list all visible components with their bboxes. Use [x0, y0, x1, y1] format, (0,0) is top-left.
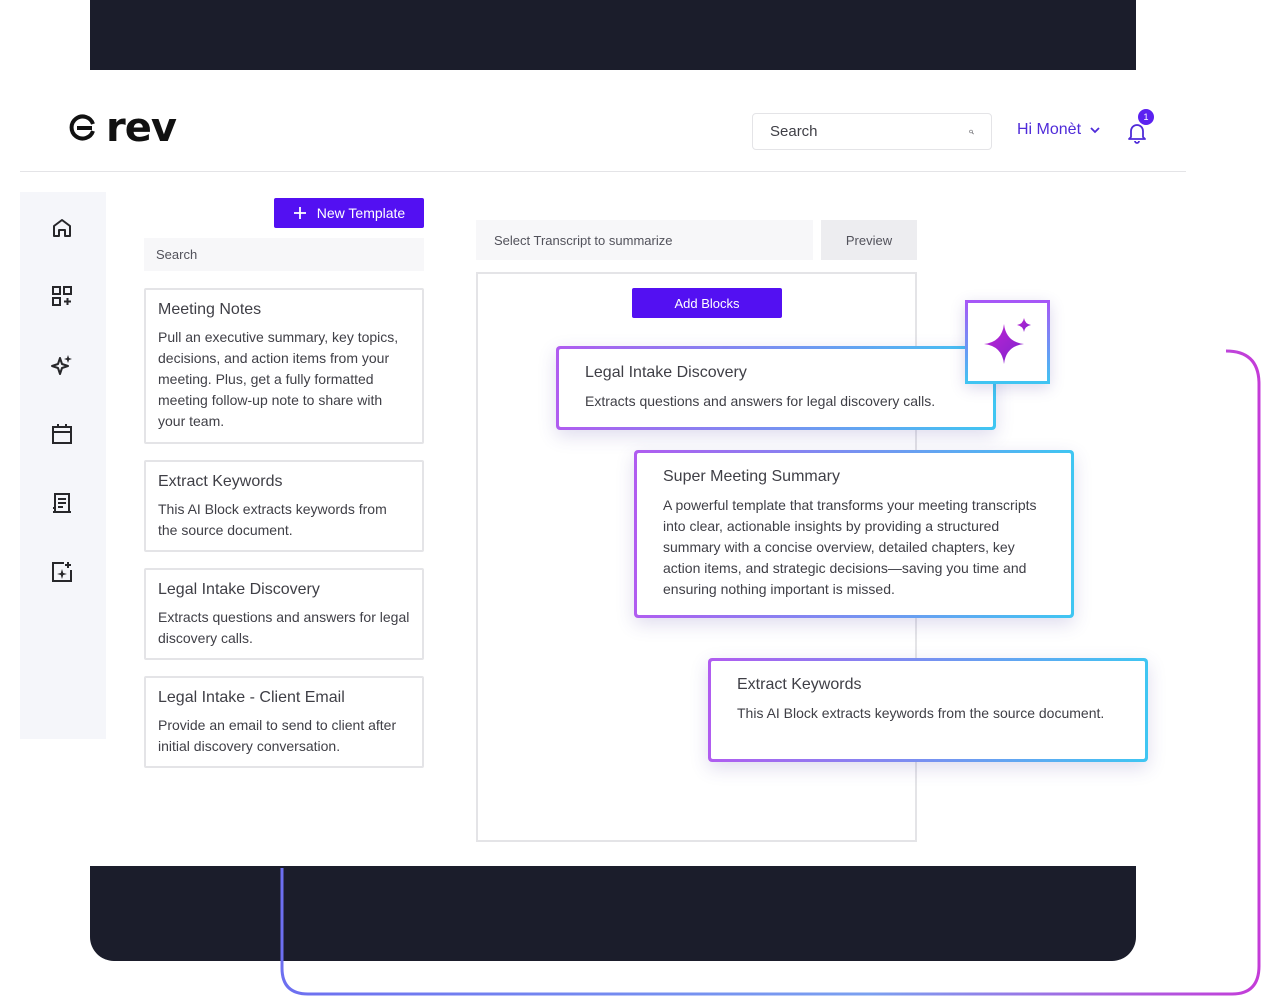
template-card-legal-intake-client-email[interactable]: Legal Intake - Client Email Provide an e… [144, 676, 424, 768]
template-title: Legal Intake - Client Email [158, 689, 345, 706]
add-blocks-button[interactable]: Add Blocks [632, 288, 782, 318]
new-template-label: New Template [316, 205, 406, 221]
block-title: Extract Keywords [737, 676, 862, 693]
header-divider [20, 171, 1186, 172]
block-title: Super Meeting Summary [663, 468, 840, 485]
top-decorative-band [90, 0, 1136, 70]
rev-logo-mark-icon [69, 114, 95, 141]
template-card-legal-intake-discovery[interactable]: Legal Intake Discovery Extracts question… [144, 568, 424, 660]
user-greeting: Hi Monèt [1017, 121, 1082, 138]
block-description: This AI Block extracts keywords from the… [737, 705, 1105, 721]
template-description: Extracts questions and answers for legal… [158, 609, 410, 646]
template-card-meeting-notes[interactable]: Meeting Notes Pull an executive summary,… [144, 288, 424, 444]
global-search-input[interactable] [770, 123, 969, 140]
global-search[interactable] [752, 113, 992, 150]
plus-icon [293, 207, 306, 219]
ai-image-icon[interactable] [50, 560, 74, 584]
transcript-icon[interactable] [50, 491, 74, 515]
block-description: A powerful template that transforms your… [663, 497, 1037, 597]
template-search-placeholder: Search [156, 247, 198, 262]
template-description: This AI Block extracts keywords from the… [158, 501, 387, 538]
block-card-legal-intake-discovery[interactable]: Legal Intake Discovery Extracts question… [556, 346, 996, 430]
bottom-decorative-band [90, 866, 1136, 961]
template-search-input[interactable]: Search [144, 238, 424, 271]
new-template-button[interactable]: New Template [274, 198, 424, 228]
block-title: Legal Intake Discovery [585, 364, 747, 381]
sidebar [20, 192, 106, 739]
ai-sparkle-icon[interactable] [50, 353, 74, 377]
block-card-super-meeting-summary[interactable]: Super Meeting Summary A powerful templat… [634, 450, 1074, 618]
template-title: Meeting Notes [158, 301, 262, 318]
rev-logo[interactable]: rev [68, 105, 177, 151]
ai-sparkle-badge [965, 300, 1050, 384]
add-app-icon[interactable] [50, 284, 74, 308]
user-menu[interactable]: Hi Monèt [1017, 121, 1101, 139]
transcript-select-placeholder: Select Transcript to summarize [494, 232, 673, 248]
home-icon[interactable] [50, 216, 74, 240]
template-title: Legal Intake Discovery [158, 581, 320, 598]
search-icon[interactable] [969, 123, 974, 141]
notification-badge: 1 [1138, 109, 1154, 125]
template-card-extract-keywords[interactable]: Extract Keywords This AI Block extracts … [144, 460, 424, 552]
transcript-select[interactable]: Select Transcript to summarize [476, 220, 813, 260]
block-description: Extracts questions and answers for legal… [585, 393, 936, 409]
template-title: Extract Keywords [158, 473, 283, 490]
ai-sparkle-icon [983, 318, 1031, 364]
notification-bell-icon[interactable] [1127, 122, 1147, 144]
template-description: Provide an email to send to client after… [158, 717, 397, 754]
block-card-extract-keywords[interactable]: Extract Keywords This AI Block extracts … [708, 658, 1148, 762]
calendar-icon[interactable] [50, 422, 74, 446]
template-description: Pull an executive summary, key topics, d… [158, 329, 399, 429]
preview-button[interactable]: Preview [821, 220, 917, 260]
brand-name: rev [106, 105, 177, 151]
chevron-down-icon [1090, 127, 1100, 134]
